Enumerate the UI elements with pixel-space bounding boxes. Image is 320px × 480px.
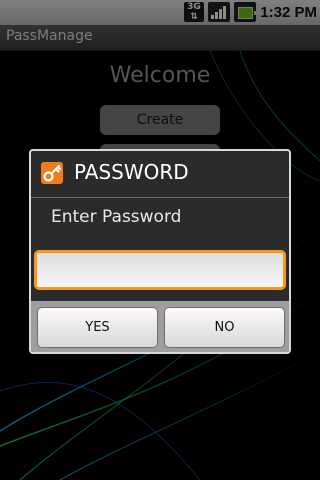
key-icon xyxy=(41,162,63,184)
dialog-button-bar: YES NO xyxy=(31,301,289,352)
dialog-message: Enter Password xyxy=(51,207,182,227)
password-dialog: PASSWORD Enter Password YES NO xyxy=(29,149,291,354)
no-button[interactable]: NO xyxy=(164,307,285,348)
dialog-header: PASSWORD xyxy=(31,151,289,198)
password-input[interactable] xyxy=(34,250,286,290)
yes-button[interactable]: YES xyxy=(37,307,158,348)
dialog-title: PASSWORD xyxy=(74,160,189,184)
